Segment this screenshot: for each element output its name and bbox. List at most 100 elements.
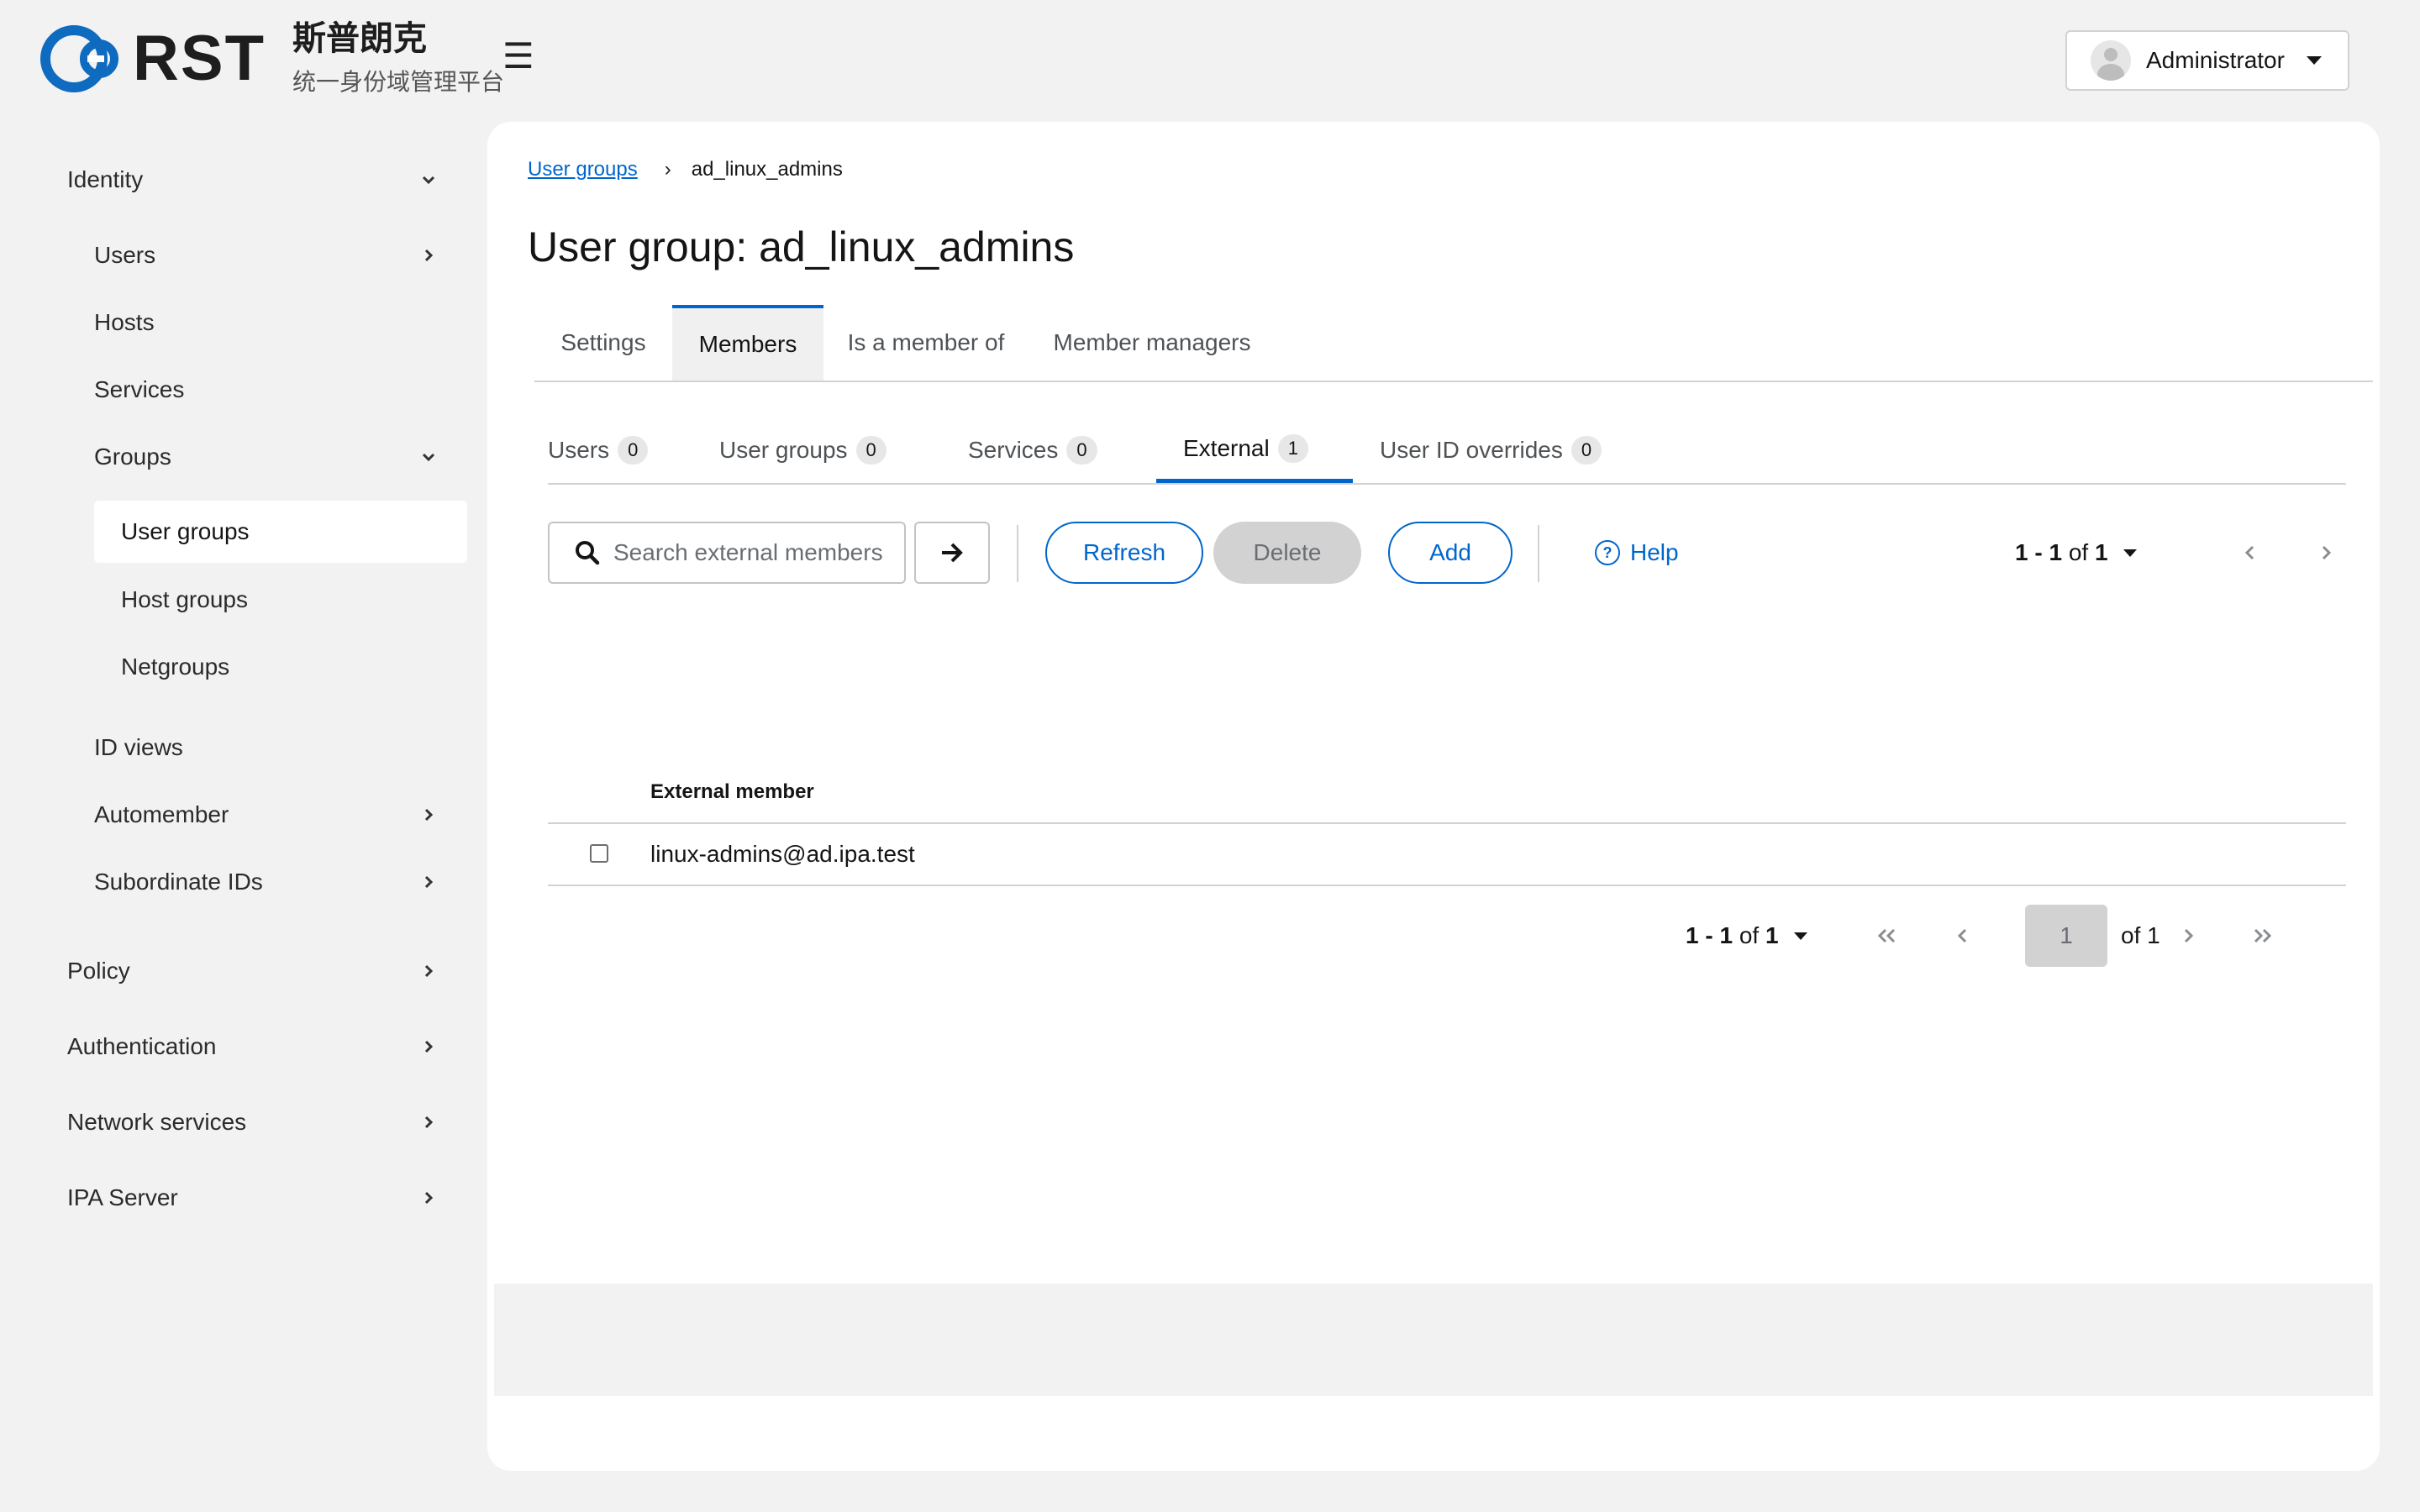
search-submit-button[interactable] — [914, 522, 990, 584]
subtab-label: User ID overrides — [1380, 437, 1563, 463]
pagination-toggle-bottom[interactable]: 1 - 1 of 1 — [1686, 905, 1807, 967]
brand-subtitle: 统一身份域管理平台 — [292, 69, 505, 95]
tab-members[interactable]: Members — [672, 305, 823, 381]
add-button[interactable]: Add — [1388, 522, 1512, 584]
count-badge: 0 — [1570, 436, 1602, 465]
tab-settings[interactable]: Settings — [534, 305, 672, 381]
sidebar-item-label: ID views — [94, 734, 183, 760]
tab-label: Settings — [560, 329, 646, 355]
next-page-button-bottom[interactable] — [2171, 905, 2205, 967]
refresh-button[interactable]: Refresh — [1045, 522, 1203, 584]
last-page-button[interactable] — [2245, 905, 2279, 967]
sidebar-item-ipa-server[interactable]: IPA Server — [67, 1176, 445, 1220]
sidebar-item-id-views[interactable]: ID views — [94, 726, 445, 769]
page-title: User group: ad_linux_admins — [528, 223, 1075, 270]
count-badge: 0 — [618, 436, 649, 465]
pagination-toggle[interactable]: 1 - 1 of 1 — [2015, 522, 2137, 584]
range-start: 1 — [1686, 922, 1699, 948]
row-checkbox[interactable] — [590, 844, 608, 863]
hamburger-menu-icon[interactable]: ☰ — [502, 39, 534, 74]
of-pages: of 1 — [2121, 922, 2160, 948]
sidebar-item-user-groups[interactable]: User groups — [94, 501, 467, 563]
sidebar-item-label: Policy — [67, 958, 130, 984]
brand-logo-text: RST — [133, 23, 266, 94]
help-icon: ? — [1595, 540, 1620, 565]
arrow-right-icon — [942, 543, 963, 563]
search-input[interactable] — [612, 538, 901, 567]
delete-button[interactable]: Delete — [1213, 522, 1361, 584]
tab-bar: Settings Members Is a member of Member m… — [534, 305, 2373, 382]
brand-text: 斯普朗克 统一身份域管理平台 — [292, 20, 504, 97]
sidebar-item-users[interactable]: Users — [94, 234, 445, 277]
sidebar-item-groups[interactable]: Groups — [94, 435, 445, 479]
next-page-button[interactable] — [2309, 522, 2343, 584]
table-divider — [548, 885, 2346, 886]
count-badge: 0 — [855, 436, 886, 465]
subtab-label: Services — [968, 437, 1059, 463]
subtab-services[interactable]: Services 0 — [968, 423, 1097, 483]
chevron-right-icon — [412, 874, 445, 890]
chevron-right-icon — [412, 1115, 445, 1130]
subtab-user-groups[interactable]: User groups 0 — [719, 423, 886, 483]
sidebar-item-authentication[interactable]: Authentication — [67, 1025, 445, 1068]
sidebar-item-netgroups[interactable]: Netgroups — [121, 645, 445, 689]
tab-label: Member managers — [1053, 329, 1251, 355]
members-table: External member — [548, 651, 2346, 824]
chevron-right-icon — [412, 1039, 445, 1054]
sidebar-item-label: Hosts — [94, 309, 155, 335]
sidebar-item-automember[interactable]: Automember — [94, 793, 445, 837]
previous-page-button[interactable] — [2233, 522, 2267, 584]
count-badge: 1 — [1277, 433, 1308, 463]
chevron-down-icon — [412, 449, 445, 465]
toolbar-divider — [1017, 525, 1018, 582]
brand-logo: RST — [39, 24, 266, 94]
chevron-right-icon — [2322, 545, 2332, 560]
sidebar-item-services[interactable]: Services — [94, 368, 445, 412]
current-page-input[interactable]: 1 — [2025, 905, 2107, 967]
sidebar-item-hosts[interactable]: Hosts — [94, 301, 445, 344]
subtab-external[interactable]: External 1 — [1156, 423, 1353, 483]
search-icon — [576, 541, 600, 565]
external-member-cell: linux-admins@ad.ipa.test — [650, 841, 915, 867]
subtab-label: User groups — [719, 437, 848, 463]
help-link[interactable]: ? Help — [1595, 522, 1679, 584]
table-header: External member — [548, 651, 2346, 824]
tab-is-a-member-of[interactable]: Is a member of — [823, 305, 1028, 381]
tab-label: Is a member of — [847, 329, 1005, 355]
sidebar-item-host-groups[interactable]: Host groups — [121, 578, 445, 622]
chevron-left-icon — [1957, 928, 1967, 943]
double-chevron-left-icon — [1877, 928, 1896, 943]
chevron-right-icon — [412, 807, 445, 822]
sidebar-item-policy[interactable]: Policy — [67, 949, 445, 993]
sidebar-item-network-services[interactable]: Network services — [67, 1100, 445, 1144]
sidebar-item-identity[interactable]: Identity — [67, 158, 445, 202]
count-badge: 0 — [1066, 436, 1097, 465]
chevron-left-icon — [2244, 545, 2254, 560]
toolbar-divider — [1538, 525, 1539, 582]
sidebar-item-label: Subordinate IDs — [94, 869, 263, 895]
sidebar-item-subordinate-ids[interactable]: Subordinate IDs — [94, 860, 445, 904]
subtab-users[interactable]: Users 0 — [548, 423, 649, 483]
caret-down-icon — [1793, 932, 1807, 940]
user-menu-toggle[interactable]: Administrator — [2065, 30, 2349, 91]
sidebar-item-label: Users — [94, 242, 156, 268]
avatar — [2091, 40, 2131, 81]
first-page-button[interactable] — [1870, 905, 1904, 967]
range-end: 1 — [1719, 922, 1733, 948]
breadcrumb-link-user-groups[interactable]: User groups — [528, 158, 638, 181]
sidebar-item-label: Automember — [94, 801, 229, 827]
subtab-user-id-overrides[interactable]: User ID overrides 0 — [1380, 423, 1602, 483]
range-end: 1 — [2049, 539, 2063, 565]
previous-page-button-bottom[interactable] — [1946, 905, 1980, 967]
chevron-right-icon — [412, 1190, 445, 1205]
footer-band — [494, 1284, 2373, 1396]
caret-down-icon — [2306, 56, 2322, 65]
chevron-down-icon — [412, 172, 445, 187]
sidebar-item-label: Network services — [67, 1109, 247, 1135]
chevron-right-icon — [2184, 928, 2194, 943]
sidebar-item-label: IPA Server — [67, 1184, 178, 1210]
table-row: linux-admins@ad.ipa.test — [548, 824, 2346, 885]
sidebar-item-label: Services — [94, 376, 185, 402]
brand-name: 斯普朗克 — [292, 20, 427, 57]
tab-member-managers[interactable]: Member managers — [1028, 305, 1276, 381]
